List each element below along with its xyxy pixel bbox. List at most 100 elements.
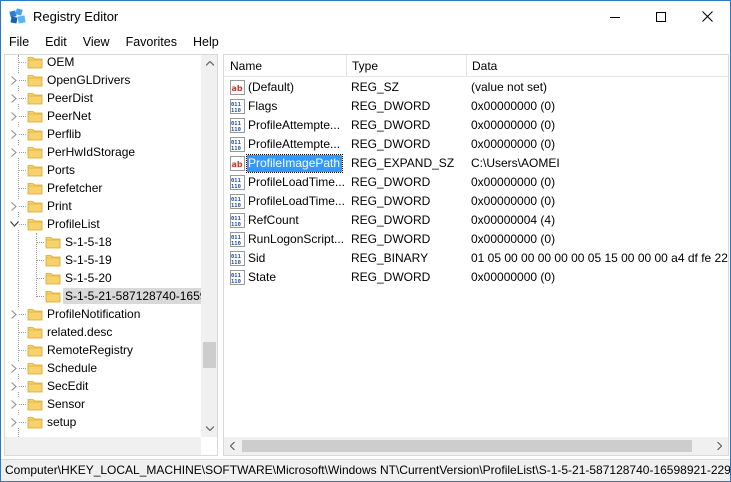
tree-item[interactable]: RemoteRegistry xyxy=(5,341,201,359)
tree-guide-line xyxy=(18,62,26,63)
tree-item[interactable]: Print xyxy=(5,197,201,215)
chevron-right-icon[interactable] xyxy=(9,380,19,392)
chevron-right-icon[interactable] xyxy=(9,398,19,410)
chevron-right-icon[interactable] xyxy=(9,362,19,374)
chevron-right-icon[interactable] xyxy=(9,416,19,428)
folder-icon xyxy=(27,414,43,430)
svg-text:ab: ab xyxy=(232,84,243,93)
menu-edit[interactable]: Edit xyxy=(37,32,75,52)
value-type: REG_DWORD xyxy=(351,270,431,284)
chevron-right-icon[interactable] xyxy=(9,200,19,212)
menu-favorites[interactable]: Favorites xyxy=(118,32,185,52)
tree-item[interactable]: S-1-5-19 xyxy=(5,251,201,269)
svg-text:110: 110 xyxy=(231,279,241,285)
tree-item[interactable]: ProfileList xyxy=(5,215,201,233)
tree-guide-line xyxy=(36,260,44,261)
menu-view[interactable]: View xyxy=(75,32,118,52)
scroll-right-icon[interactable] xyxy=(711,437,728,455)
tree-guide-line xyxy=(18,188,26,189)
column-header-data[interactable]: Data xyxy=(466,55,726,77)
value-row[interactable]: 011 110 State REG_DWORD 0x00000000 (0) xyxy=(224,268,728,287)
chevron-right-icon[interactable] xyxy=(9,74,19,86)
tree-item[interactable]: S-1-5-18 xyxy=(5,233,201,251)
chevron-right-icon[interactable] xyxy=(9,110,19,122)
chevron-right-icon[interactable] xyxy=(9,92,19,104)
value-row[interactable]: 011 110 ProfileAttempte... REG_DWORD 0x00000… xyxy=(224,135,728,154)
value-row[interactable]: ab (Default) REG_SZ (value not set) xyxy=(224,78,728,97)
menu-help[interactable]: Help xyxy=(185,32,227,52)
tree-item[interactable]: PeerNet xyxy=(5,107,201,125)
folder-icon xyxy=(27,162,43,178)
value-type: REG_DWORD xyxy=(351,118,431,132)
tree-item[interactable]: Perflib xyxy=(5,125,201,143)
scroll-up-icon[interactable] xyxy=(201,55,217,72)
maximize-button[interactable] xyxy=(638,1,684,32)
binary-value-icon: 011 110 xyxy=(230,213,245,228)
tree-item[interactable]: SecEdit xyxy=(5,377,201,395)
tree-item[interactable]: S-1-5-20 xyxy=(5,269,201,287)
value-type: REG_DWORD xyxy=(351,194,431,208)
column-header-type[interactable]: Type xyxy=(346,55,466,77)
tree-item-label: PerHwIdStorage xyxy=(47,145,136,159)
chevron-right-icon[interactable] xyxy=(9,146,19,158)
tree-item[interactable]: Schedule xyxy=(5,359,201,377)
value-type: REG_DWORD xyxy=(351,213,431,227)
value-row[interactable]: 011 110 Sid REG_BINARY 01 05 00 00 00 00 00 … xyxy=(224,249,728,268)
value-row[interactable]: 011 110 RefCount REG_DWORD 0x00000004 (4) xyxy=(224,211,728,230)
tree-guide-line xyxy=(18,116,26,117)
value-row[interactable]: 011 110 Flags REG_DWORD 0x00000000 (0) xyxy=(224,97,728,116)
tree-item[interactable]: setup xyxy=(5,413,201,431)
title-bar[interactable]: Registry Editor xyxy=(1,1,730,32)
tree-guide-line xyxy=(18,134,26,135)
tree-item[interactable]: S-1-5-21-587128740-16598 xyxy=(5,287,201,305)
chevron-right-icon[interactable] xyxy=(9,308,19,320)
folder-icon xyxy=(27,216,43,232)
value-type: REG_EXPAND_SZ xyxy=(351,156,455,170)
folder-icon xyxy=(27,55,43,70)
menu-file[interactable]: File xyxy=(1,32,37,52)
folder-icon xyxy=(45,288,61,304)
list-horizontal-scrollbar[interactable] xyxy=(224,437,728,455)
tree-scroll-thumb[interactable] xyxy=(203,342,216,368)
chevron-down-icon[interactable] xyxy=(9,218,19,230)
values-list-pane[interactable]: Name Type Data ab (Default) REG_SZ (value n… xyxy=(223,54,729,456)
tree-item[interactable]: PerHwIdStorage xyxy=(5,143,201,161)
tree-item[interactable]: OpenGLDrivers xyxy=(5,71,201,89)
tree-item[interactable]: related.desc xyxy=(5,323,201,341)
tree-item[interactable]: PeerDist xyxy=(5,89,201,107)
tree-item[interactable]: OEM xyxy=(5,55,201,71)
value-row[interactable]: ab ProfileImagePath REG_EXPAND_SZ C:\Users\… xyxy=(224,154,728,173)
value-row[interactable]: 011 110 ProfileLoadTime... REG_DWORD 0x00000… xyxy=(224,173,728,192)
value-row[interactable]: 011 110 ProfileAttempte... REG_DWORD 0x00000… xyxy=(224,116,728,135)
tree-horizontal-scrollbar[interactable] xyxy=(5,437,201,455)
tree-item[interactable]: Ports xyxy=(5,161,201,179)
key-tree-pane[interactable]: OEM OpenGLDrivers PeerDist PeerNet Perflib Pe… xyxy=(4,54,218,456)
tree-item-label: Print xyxy=(47,199,72,213)
close-button[interactable] xyxy=(684,1,730,32)
chevron-right-icon[interactable] xyxy=(9,128,19,140)
value-name: ProfileLoadTime... xyxy=(248,194,344,208)
value-row[interactable]: 011 110 RunLogonScript... REG_DWORD 0x000000… xyxy=(224,230,728,249)
key-tree: OEM OpenGLDrivers PeerDist PeerNet Perflib Pe… xyxy=(5,55,201,437)
list-header: Name Type Data xyxy=(224,55,728,77)
status-bar: Computer\HKEY_LOCAL_MACHINE\SOFTWARE\Mic… xyxy=(1,459,730,481)
value-name: RefCount xyxy=(248,213,299,227)
list-scroll-thumb[interactable] xyxy=(242,440,692,452)
scroll-down-icon[interactable] xyxy=(201,420,217,437)
tree-item[interactable]: Prefetcher xyxy=(5,179,201,197)
tree-vertical-scrollbar[interactable] xyxy=(201,55,217,437)
tree-item[interactable]: ProfileNotification xyxy=(5,305,201,323)
value-name: Flags xyxy=(248,99,278,113)
column-header-name[interactable]: Name xyxy=(224,55,344,77)
tree-item[interactable]: Sensor xyxy=(5,395,201,413)
scroll-left-icon[interactable] xyxy=(224,437,241,455)
folder-icon xyxy=(27,306,43,322)
value-row[interactable]: 011 110 ProfileLoadTime... REG_DWORD 0x00000… xyxy=(224,192,728,211)
registry-editor-window: Registry Editor File Edit View Favorites… xyxy=(0,0,731,482)
tree-guide-line xyxy=(36,242,44,243)
value-data: 0x00000000 (0) xyxy=(471,270,556,284)
folder-icon xyxy=(27,72,43,88)
tree-item-label: OpenGLDrivers xyxy=(47,73,131,87)
tree-item-label: Sensor xyxy=(47,397,86,411)
minimize-button[interactable] xyxy=(592,1,638,32)
